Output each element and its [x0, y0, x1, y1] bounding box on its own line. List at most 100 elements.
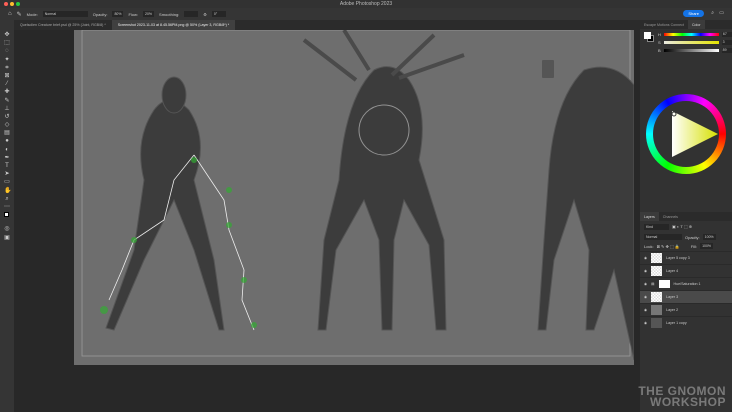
mode-select[interactable]: Normal	[42, 11, 88, 17]
move-tool-icon[interactable]: ✥	[4, 32, 10, 38]
document-tabs: Quelsolien Creature brief.psd @ 25% (Joi…	[14, 20, 640, 30]
brightness-slider[interactable]	[663, 49, 719, 52]
eyedropper-tool-icon[interactable]: ⁄	[4, 81, 10, 87]
hue-slider[interactable]	[663, 33, 719, 36]
document-canvas[interactable]	[74, 30, 634, 365]
eraser-tool-icon[interactable]: ◇	[4, 122, 10, 128]
workspace-icon[interactable]: ▭	[719, 10, 724, 16]
tab-channels[interactable]: Channels	[659, 212, 682, 221]
healing-tool-icon[interactable]: ✚	[4, 89, 10, 95]
smoothing-label: Smoothing:	[159, 11, 180, 17]
tab-layers[interactable]: Layers	[640, 212, 659, 221]
blend-mode-select[interactable]: Normal	[644, 234, 682, 240]
filter-kind-select[interactable]: Kind	[644, 224, 669, 230]
color-panel: H67 S3% B89%	[640, 29, 732, 59]
tab-creature-brief[interactable]: Quelsolien Creature brief.psd @ 25% (Joi…	[14, 20, 112, 30]
layers-panel: Layers Channels Kind ▣ ◐ T ⬚ ⊕ Normal Op…	[640, 212, 732, 329]
filter-icons[interactable]: ▣ ◐ T ⬚ ⊕	[672, 224, 692, 230]
shape-tool-icon[interactable]: ▭	[4, 179, 10, 185]
brush-tool-icon[interactable]: ✎	[4, 98, 10, 104]
foreground-color-swatch[interactable]	[644, 32, 651, 39]
right-panel: Escape Motions Connect Color H67 S3% B89…	[640, 20, 732, 412]
pen-tool-icon[interactable]: ✒	[4, 155, 10, 161]
opacity-label: Opacity:	[92, 11, 108, 17]
saturation-slider[interactable]	[663, 41, 719, 44]
creature-artwork	[81, 30, 634, 361]
brush-icon[interactable]: ✎	[17, 11, 22, 18]
layer-thumbnail	[651, 305, 663, 315]
quick-mask-icon[interactable]: ◎	[4, 226, 10, 232]
layer-name: Layer 3	[666, 295, 679, 299]
layer-thumbnail	[651, 318, 663, 328]
layer-row[interactable]: ◉ Layer 5 copy 3	[640, 251, 732, 264]
path-select-icon[interactable]: ➤	[4, 171, 10, 177]
screen-mode-icon[interactable]: ▣	[4, 235, 10, 241]
gnomon-watermark-logo: THE GNOMON WORKSHOP	[638, 384, 726, 409]
layer-thumbnail	[651, 266, 663, 276]
layer-row-selected[interactable]: ◉ Layer 3	[640, 290, 732, 303]
brightness-value[interactable]: 89	[721, 48, 732, 53]
zoom-tool-icon[interactable]: ⌕	[4, 196, 10, 202]
canvas-area[interactable]	[14, 30, 640, 412]
dodge-tool-icon[interactable]: ◐	[4, 147, 10, 153]
eye-icon[interactable]: ◉	[644, 308, 647, 312]
layer-opacity-field[interactable]: 100%	[702, 234, 716, 240]
tab-color[interactable]: Color	[687, 20, 705, 29]
color-wheel[interactable]	[640, 59, 732, 209]
layer-name: Layer 5 copy 3	[666, 256, 690, 260]
layer-name: Hue/Saturation 1	[673, 282, 701, 286]
tab-escape-motions[interactable]: Escape Motions Connect	[640, 20, 688, 29]
eye-icon[interactable]: ◉	[644, 269, 647, 273]
share-button[interactable]: Share	[683, 10, 704, 17]
layer-row[interactable]: ◉ Layer 1 copy	[640, 316, 732, 329]
marquee-tool-icon[interactable]: ⬚	[4, 40, 10, 46]
saturation-value[interactable]: 3	[721, 40, 732, 45]
angle-field[interactable]: 0°	[211, 11, 226, 17]
smoothing-field[interactable]	[184, 11, 199, 17]
gear-icon[interactable]: ⚙	[203, 12, 207, 17]
search-icon[interactable]: ⌕	[711, 10, 714, 16]
window-title: Adobe Photoshop 2023	[339, 1, 393, 7]
layer-row[interactable]: ◉ Layer 2	[640, 303, 732, 316]
quick-select-tool-icon[interactable]: ✦	[4, 57, 10, 63]
layer-row[interactable]: ◉ Layer 4	[640, 264, 732, 277]
tab-screenshot[interactable]: Screenshot 2023-11-03 at 8.45.56PM.png @…	[111, 20, 236, 30]
lock-label: Lock:	[644, 243, 654, 249]
crop-tool-icon[interactable]: ⌗	[4, 65, 10, 71]
hand-tool-icon[interactable]: ✋	[4, 188, 11, 194]
layer-name: Layer 2	[666, 308, 679, 312]
flow-label: Flow:	[128, 11, 139, 17]
layer-name: Layer 4	[666, 269, 679, 273]
adjustment-icon: ▤	[651, 282, 655, 286]
type-tool-icon[interactable]: T	[4, 163, 10, 169]
lock-icons[interactable]: ⊠ ✎ ✥ ⬚ 🔒	[657, 244, 680, 249]
flow-field[interactable]: 20%	[143, 11, 155, 17]
blur-tool-icon[interactable]: ●	[4, 138, 10, 144]
history-brush-icon[interactable]: ↺	[4, 114, 10, 120]
mode-label: Mode:	[26, 11, 38, 17]
toolbar: ✥ ⬚ ◌ ✦ ⌗ ⊠ ⁄ ✚ ✎ ⊥ ↺ ◇ ▤ ● ◐ ✒ T ➤ ▭ ✋ …	[0, 20, 14, 412]
layer-row[interactable]: ◉ ▤ Hue/Saturation 1	[640, 277, 732, 290]
opacity-label: Opacity:	[685, 234, 700, 240]
floating-badge	[542, 60, 554, 78]
stamp-tool-icon[interactable]: ⊥	[4, 106, 10, 112]
hue-value[interactable]: 67	[721, 32, 732, 37]
more-tools-icon[interactable]: ⋯	[4, 204, 10, 210]
options-bar: ⌂ ✎ Mode: Normal Opacity: 80% Flow: 20% …	[0, 8, 732, 20]
eye-icon[interactable]: ◉	[644, 321, 647, 325]
color-swatches-icon[interactable]	[4, 212, 10, 218]
opacity-field[interactable]: 80%	[112, 11, 124, 17]
fill-field[interactable]: 100%	[700, 243, 714, 249]
layer-thumbnail	[651, 292, 663, 302]
eye-icon[interactable]: ◉	[644, 256, 647, 260]
frame-tool-icon[interactable]: ⊠	[4, 73, 10, 79]
layer-mask-thumbnail	[658, 280, 670, 288]
layer-thumbnail	[651, 253, 663, 263]
lasso-tool-icon[interactable]: ◌	[4, 48, 10, 54]
title-bar: Adobe Photoshop 2023	[0, 0, 732, 8]
layer-name: Layer 1 copy	[666, 321, 687, 325]
gradient-tool-icon[interactable]: ▤	[4, 130, 10, 136]
home-icon[interactable]: ⌂	[8, 11, 12, 17]
eye-icon[interactable]: ◉	[644, 282, 647, 286]
eye-icon[interactable]: ◉	[644, 295, 647, 299]
